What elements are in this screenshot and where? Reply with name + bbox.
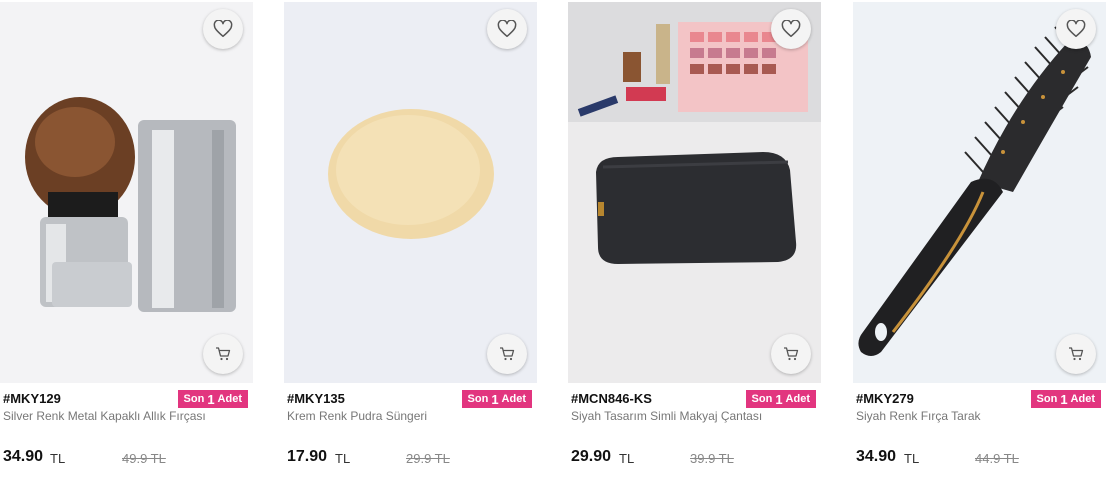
product-image[interactable] — [0, 2, 253, 383]
price-currency: TL — [904, 451, 920, 466]
product-image[interactable] — [284, 2, 537, 383]
makeup-bag-image — [568, 2, 821, 383]
favorite-button[interactable] — [1056, 9, 1096, 49]
cart-icon — [216, 347, 231, 361]
badge-count: 1 — [775, 391, 783, 407]
badge-count: 1 — [207, 391, 215, 407]
heart-icon — [497, 20, 517, 38]
product-grid: #MKY129 Son 1 Adet Silver Renk Metal Kap… — [0, 0, 1108, 501]
price-currency: TL — [335, 451, 351, 466]
stock-badge: Son 1 Adet — [1030, 390, 1101, 408]
old-price: 44.9 TL — [975, 451, 1019, 466]
cart-icon — [1069, 347, 1084, 361]
product-price: 34.90 — [3, 448, 44, 465]
stock-badge: Son 1 Adet — [745, 390, 816, 408]
badge-prefix: Son — [1036, 393, 1058, 405]
product-image[interactable] — [853, 2, 1106, 383]
badge-count: 1 — [491, 391, 499, 407]
favorite-button[interactable] — [487, 9, 527, 49]
badge-suffix: Adet — [1070, 393, 1095, 405]
add-to-cart-button[interactable] — [203, 334, 243, 374]
cart-icon — [500, 347, 515, 361]
product-price: 29.90 — [571, 448, 612, 465]
product-card[interactable]: #MCN846-KS Son 1 Adet Siyah Tasarım Siml… — [568, 0, 821, 501]
product-name[interactable]: Siyah Renk Fırça Tarak — [856, 409, 981, 423]
product-name[interactable]: Siyah Tasarım Simli Makyaj Çantası — [571, 409, 762, 423]
badge-prefix: Son — [751, 393, 773, 405]
product-sku: #MKY129 — [3, 391, 61, 406]
powder-sponge-image — [284, 2, 537, 383]
product-card[interactable]: #MKY135 Son 1 Adet Krem Renk Pudra Sünge… — [284, 0, 537, 501]
add-to-cart-button[interactable] — [487, 334, 527, 374]
add-to-cart-button[interactable] — [771, 334, 811, 374]
product-image[interactable] — [568, 2, 821, 383]
badge-suffix: Adet — [785, 393, 810, 405]
product-sku: #MKY279 — [856, 391, 914, 406]
favorite-button[interactable] — [771, 9, 811, 49]
add-to-cart-button[interactable] — [1056, 334, 1096, 374]
badge-prefix: Son — [467, 393, 489, 405]
kabuki-brush-image — [0, 2, 253, 383]
badge-count: 1 — [1060, 391, 1068, 407]
product-price: 34.90 — [856, 448, 897, 465]
heart-icon — [213, 20, 233, 38]
old-price: 29.9 TL — [406, 451, 450, 466]
product-card[interactable]: #MKY279 Son 1 Adet Siyah Renk Fırça Tara… — [853, 0, 1106, 501]
cart-icon — [784, 347, 799, 361]
badge-suffix: Adet — [501, 393, 526, 405]
stock-badge: Son 1 Adet — [461, 390, 532, 408]
product-name[interactable]: Krem Renk Pudra Süngeri — [287, 409, 427, 423]
hair-brush-image — [853, 2, 1106, 383]
product-sku: #MKY135 — [287, 391, 345, 406]
product-card[interactable]: #MKY129 Son 1 Adet Silver Renk Metal Kap… — [0, 0, 253, 501]
badge-prefix: Son — [183, 393, 205, 405]
heart-icon — [1066, 20, 1086, 38]
product-name[interactable]: Silver Renk Metal Kapaklı Allık Fırçası — [3, 409, 206, 423]
price-currency: TL — [619, 451, 635, 466]
price-currency: TL — [50, 451, 66, 466]
product-sku: #MCN846-KS — [571, 391, 652, 406]
badge-suffix: Adet — [217, 393, 242, 405]
old-price: 49.9 TL — [122, 451, 166, 466]
heart-icon — [781, 20, 801, 38]
stock-badge: Son 1 Adet — [177, 390, 248, 408]
old-price: 39.9 TL — [690, 451, 734, 466]
product-price: 17.90 — [287, 448, 328, 465]
favorite-button[interactable] — [203, 9, 243, 49]
